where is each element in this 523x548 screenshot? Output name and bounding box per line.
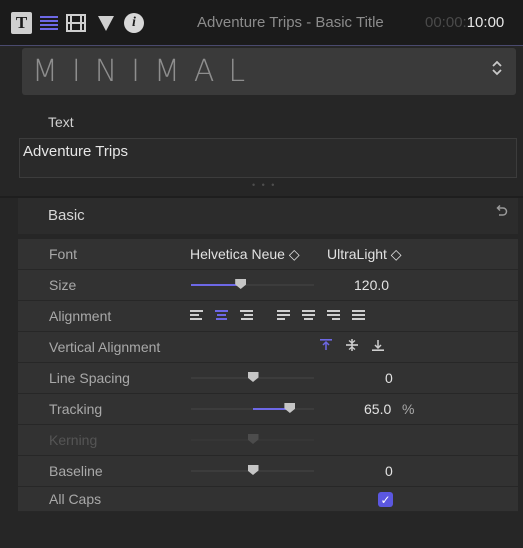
baseline-row: Baseline 0 [18, 456, 518, 487]
text-inspector-icon[interactable]: T [11, 12, 32, 34]
baseline-slider[interactable] [191, 465, 314, 475]
alignment-label: Alignment [49, 308, 112, 324]
size-value[interactable]: 120.0 [354, 277, 389, 293]
tracking-row: Tracking 65.0 % [18, 394, 518, 425]
filmstrip-icon[interactable] [65, 12, 87, 34]
slider-knob[interactable] [235, 279, 247, 289]
line-spacing-label: Line Spacing [49, 370, 130, 386]
font-label: Font [49, 246, 78, 262]
slider-knob[interactable] [247, 465, 259, 475]
preset-name: MINIMAL [32, 54, 260, 89]
font-row: Font Helvetica Neue ◇ UltraLight ◇ [18, 239, 518, 270]
align-right-icon[interactable] [240, 309, 253, 322]
slider-knob [247, 434, 259, 444]
size-row: Size 120.0 [18, 270, 518, 301]
slider-knob[interactable] [284, 403, 296, 413]
timecode: 00:00:10:00 [425, 14, 505, 31]
tracking-label: Tracking [49, 401, 103, 417]
tracking-value[interactable]: 65.0 [364, 401, 391, 417]
basic-section-label: Basic [48, 207, 85, 224]
line-spacing-slider[interactable] [191, 372, 314, 382]
tracking-slider[interactable] [191, 403, 314, 413]
bottom-panel [0, 512, 523, 548]
vertical-alignment-row: Vertical Alignment [18, 332, 518, 363]
size-slider[interactable] [191, 279, 314, 289]
line-spacing-row: Line Spacing 0 [18, 363, 518, 394]
clip-title: Adventure Trips - Basic Title [197, 14, 384, 31]
align-left-icon[interactable] [190, 309, 203, 322]
align-middle-icon[interactable] [346, 339, 358, 354]
slider-knob[interactable] [247, 372, 259, 382]
all-caps-row: All Caps ✓ [18, 487, 518, 512]
text-field[interactable]: Adventure Trips [19, 138, 517, 178]
tracking-unit: % [402, 401, 415, 417]
text-section-label: Text [48, 114, 74, 130]
font-weight-popup[interactable]: UltraLight ◇ [327, 246, 402, 263]
justify-all-icon[interactable] [352, 309, 365, 322]
vertical-alignment-label: Vertical Alignment [49, 339, 161, 355]
align-bottom-icon[interactable] [372, 339, 384, 354]
justify-center-icon[interactable] [302, 309, 315, 322]
lines-icon[interactable] [39, 12, 59, 34]
all-caps-checkbox[interactable]: ✓ [378, 492, 393, 507]
kerning-slider [191, 434, 314, 444]
justify-right-icon[interactable] [327, 309, 340, 322]
size-label: Size [49, 277, 77, 293]
preset-selector[interactable]: MINIMAL [22, 48, 516, 95]
font-family-popup[interactable]: Helvetica Neue ◇ [190, 246, 300, 263]
all-caps-label: All Caps [49, 491, 102, 507]
baseline-value[interactable]: 0 [385, 463, 393, 479]
justify-left-icon[interactable] [277, 309, 290, 322]
inspector-toolbar: T i Adventure Trips - Basic Title 00:00:… [0, 0, 523, 46]
baseline-label: Baseline [49, 463, 103, 479]
alignment-row: Alignment [18, 301, 518, 332]
resize-handle[interactable]: • • • [252, 180, 276, 190]
reset-icon[interactable] [494, 204, 508, 224]
line-spacing-value[interactable]: 0 [385, 370, 393, 386]
kerning-row: Kerning [18, 425, 518, 456]
text-field-value: Adventure Trips [23, 143, 129, 160]
align-top-icon[interactable] [320, 339, 332, 354]
shape-icon[interactable] [95, 12, 117, 34]
basic-section-header[interactable]: Basic [18, 198, 518, 234]
info-icon[interactable]: i [123, 12, 145, 34]
stepper-arrows-icon [492, 60, 502, 81]
align-center-icon[interactable] [215, 309, 228, 322]
kerning-label: Kerning [49, 432, 98, 448]
